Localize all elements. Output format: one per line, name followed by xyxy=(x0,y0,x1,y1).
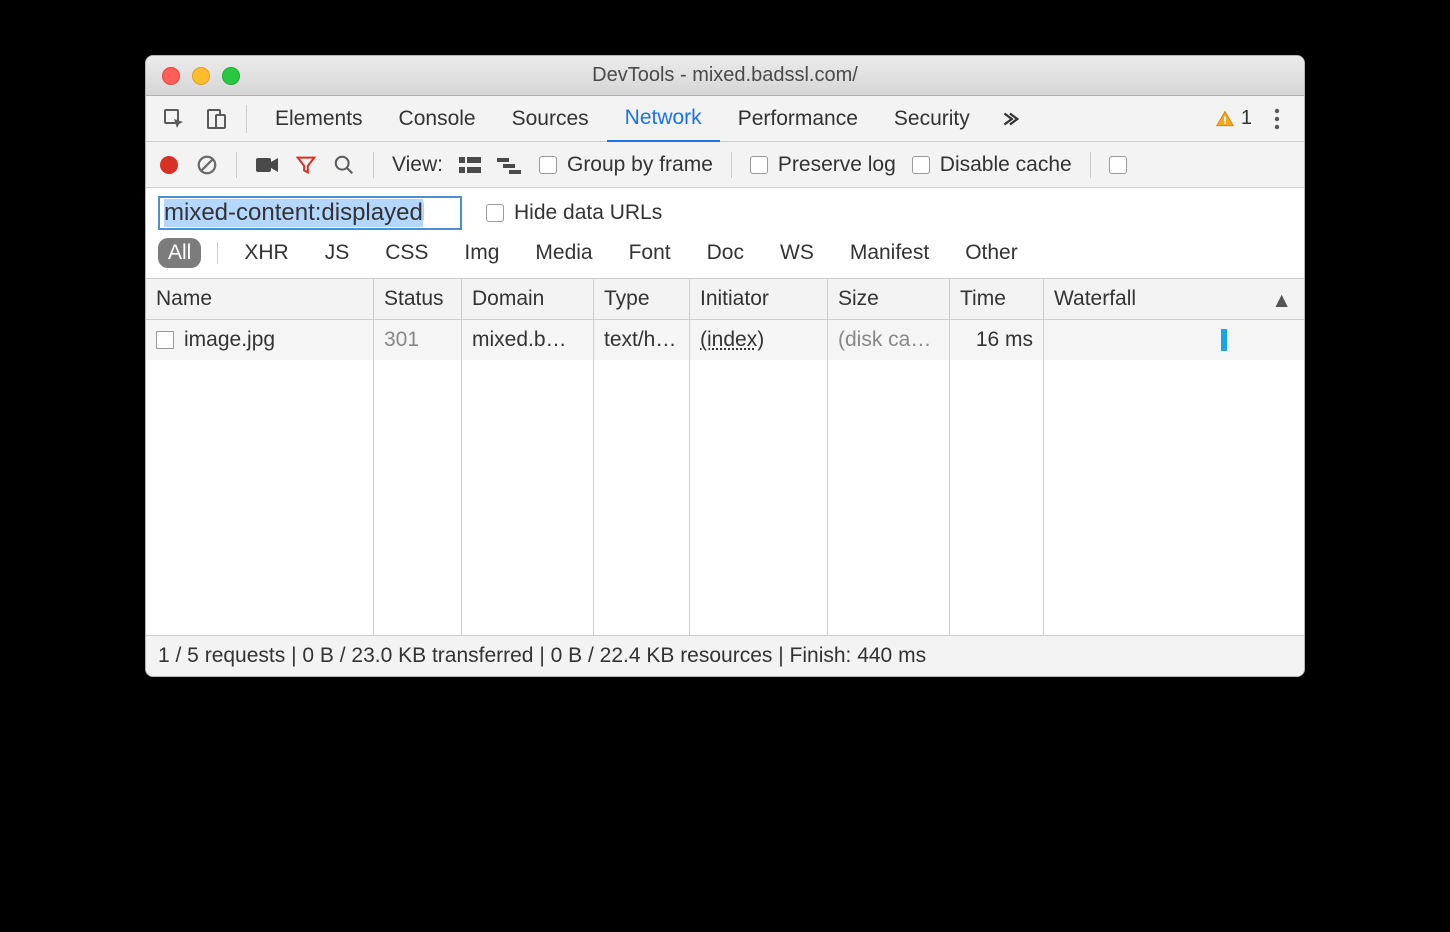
inspect-element-icon[interactable] xyxy=(162,107,186,131)
group-by-frame-label: Group by frame xyxy=(567,153,713,177)
col-initiator[interactable]: Initiator xyxy=(690,279,828,320)
divider xyxy=(373,152,374,178)
hide-data-urls-label: Hide data URLs xyxy=(514,201,662,225)
col-domain[interactable]: Domain xyxy=(462,279,594,320)
requests-table: Name Status Domain Type Initiator Size T… xyxy=(146,279,1304,635)
tab-console[interactable]: Console xyxy=(381,96,494,142)
cell-domain[interactable]: mixed.b… xyxy=(462,320,594,360)
network-toolbar: View: Group by frame Preserve log Disabl… xyxy=(146,142,1304,188)
waterfall-bar xyxy=(1221,329,1227,351)
type-filters: All XHR JS CSS Img Media Font Doc WS Man… xyxy=(146,234,1304,279)
close-window-button[interactable] xyxy=(162,67,180,85)
type-filter-other[interactable]: Other xyxy=(955,238,1028,268)
large-rows-icon[interactable] xyxy=(459,155,481,175)
statusbar: 1 / 5 requests | 0 B / 23.0 KB transferr… xyxy=(146,635,1304,676)
overview-icon[interactable] xyxy=(497,155,523,175)
search-icon[interactable] xyxy=(333,154,355,176)
titlebar: DevTools - mixed.badssl.com/ xyxy=(146,56,1304,96)
filter-icon[interactable] xyxy=(295,154,317,176)
statusbar-text: 1 / 5 requests | 0 B / 23.0 KB transferr… xyxy=(158,644,926,667)
type-filter-xhr[interactable]: XHR xyxy=(234,238,298,268)
warning-badge[interactable]: 1 xyxy=(1215,107,1252,130)
tab-security[interactable]: Security xyxy=(876,96,988,142)
filter-input[interactable] xyxy=(158,196,462,230)
zoom-window-button[interactable] xyxy=(222,67,240,85)
type-filter-doc[interactable]: Doc xyxy=(697,238,754,268)
tab-performance[interactable]: Performance xyxy=(720,96,876,142)
request-name: image.jpg xyxy=(184,328,275,352)
type-filter-img[interactable]: Img xyxy=(454,238,509,268)
type-filter-media[interactable]: Media xyxy=(525,238,602,268)
file-icon xyxy=(156,331,174,349)
checkbox-icon xyxy=(750,156,768,174)
group-by-frame-toggle[interactable]: Group by frame xyxy=(539,153,713,177)
col-waterfall[interactable]: Waterfall ▲ xyxy=(1044,279,1304,320)
tab-sources[interactable]: Sources xyxy=(494,96,607,142)
preserve-log-toggle[interactable]: Preserve log xyxy=(750,153,896,177)
filter-row: mixed-content:displayed Hide data URLs xyxy=(146,188,1304,234)
offline-toggle[interactable] xyxy=(1109,156,1127,174)
divider xyxy=(236,152,237,178)
col-status[interactable]: Status xyxy=(374,279,462,320)
type-filter-all[interactable]: All xyxy=(158,238,201,268)
view-label: View: xyxy=(392,153,443,177)
divider xyxy=(246,105,247,133)
type-filter-css[interactable]: CSS xyxy=(375,238,438,268)
initiator-link[interactable]: (index) xyxy=(700,328,764,351)
cell-initiator[interactable]: (index) xyxy=(690,320,828,360)
more-tabs-icon[interactable] xyxy=(988,108,1030,130)
kebab-menu-icon[interactable] xyxy=(1266,104,1288,134)
cell-size[interactable]: (disk ca… xyxy=(828,320,950,360)
checkbox-icon xyxy=(486,204,504,222)
checkbox-icon xyxy=(539,156,557,174)
devtools-window: DevTools - mixed.badssl.com/ Elements Co… xyxy=(145,55,1305,677)
grid-empty-area xyxy=(146,360,1304,635)
divider xyxy=(1090,152,1091,178)
clear-icon[interactable] xyxy=(196,154,218,176)
col-time[interactable]: Time xyxy=(950,279,1044,320)
type-filter-js[interactable]: JS xyxy=(315,238,360,268)
cell-time[interactable]: 16 ms xyxy=(950,320,1044,360)
device-toolbar-icon[interactable] xyxy=(204,107,228,131)
record-icon[interactable] xyxy=(158,154,180,176)
type-filter-ws[interactable]: WS xyxy=(770,238,824,268)
disable-cache-toggle[interactable]: Disable cache xyxy=(912,153,1072,177)
type-filter-manifest[interactable]: Manifest xyxy=(840,238,939,268)
camera-icon[interactable] xyxy=(255,155,279,175)
tab-elements[interactable]: Elements xyxy=(257,96,381,142)
disable-cache-label: Disable cache xyxy=(940,153,1072,177)
checkbox-icon xyxy=(1109,156,1127,174)
window-title: DevTools - mixed.badssl.com/ xyxy=(146,64,1304,87)
col-type[interactable]: Type xyxy=(594,279,690,320)
type-filter-font[interactable]: Font xyxy=(619,238,681,268)
divider xyxy=(731,152,732,178)
cell-status[interactable]: 301 xyxy=(374,320,462,360)
cell-type[interactable]: text/h… xyxy=(594,320,690,360)
warning-count: 1 xyxy=(1241,107,1252,130)
preserve-log-label: Preserve log xyxy=(778,153,896,177)
col-size[interactable]: Size xyxy=(828,279,950,320)
minimize-window-button[interactable] xyxy=(192,67,210,85)
divider xyxy=(217,242,218,264)
checkbox-icon xyxy=(912,156,930,174)
traffic-lights xyxy=(146,67,240,85)
cell-name[interactable]: image.jpg xyxy=(146,320,374,360)
col-waterfall-label: Waterfall xyxy=(1054,287,1136,310)
hide-data-urls-toggle[interactable]: Hide data URLs xyxy=(486,201,662,225)
main-tabs: Elements Console Sources Network Perform… xyxy=(146,96,1304,142)
cell-waterfall[interactable] xyxy=(1044,320,1304,360)
col-name[interactable]: Name xyxy=(146,279,374,320)
sort-asc-icon: ▲ xyxy=(1271,289,1292,313)
tab-network[interactable]: Network xyxy=(607,96,720,142)
